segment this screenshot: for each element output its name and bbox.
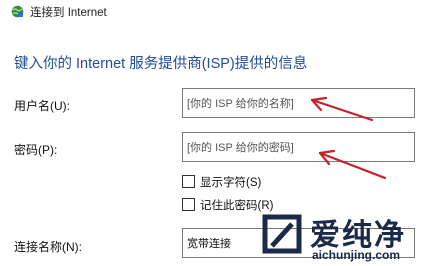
title-bar: 连接到 Internet [0, 0, 432, 22]
username-label: 用户名(U): [14, 99, 70, 113]
window-title: 连接到 Internet [30, 7, 107, 19]
network-globe-icon [11, 5, 24, 18]
connection-name-label: 连接名称(N): [14, 240, 82, 254]
password-label: 密码(P): [14, 143, 58, 157]
watermark-url: aichunjing.com [312, 248, 401, 262]
password-placeholder: [你的 ISP 给你的密码] [187, 142, 294, 154]
watermark-logo-icon [262, 214, 302, 254]
password-input[interactable]: [你的 ISP 给你的密码] [182, 132, 415, 162]
show-chars-label: 显示字符(S) [200, 177, 262, 189]
show-chars-checkbox[interactable] [182, 175, 195, 188]
username-placeholder: [你的 ISP 给你的名称] [187, 98, 294, 110]
watermark: 爱纯净 aichunjing.com [244, 208, 432, 266]
page-heading: 键入你的 Internet 服务提供商(ISP)提供的信息 [14, 56, 308, 72]
connection-name-value: 宽带连接 [187, 238, 231, 250]
remember-password-checkbox[interactable] [182, 198, 195, 211]
username-input[interactable]: [你的 ISP 给你的名称] [182, 88, 415, 118]
